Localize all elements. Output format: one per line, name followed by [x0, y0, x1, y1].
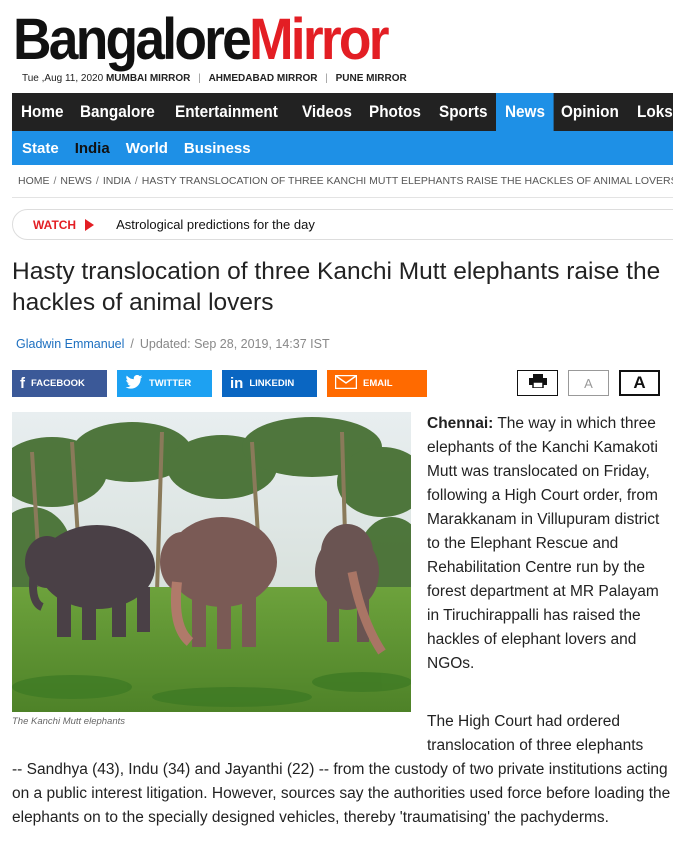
share-linkedin-label: LINKEDIN	[249, 378, 295, 389]
byline: Gladwin Emmanuel / Updated: Sep 28, 2019, …	[16, 337, 330, 351]
photo-caption: The Kanchi Mutt elephants	[12, 716, 126, 727]
subnav-item-india[interactable]: India	[75, 140, 110, 157]
play-icon	[85, 218, 95, 231]
nav-item-photos[interactable]: Photos	[360, 93, 430, 131]
share-linkedin-button[interactable]: in LINKEDIN	[222, 370, 317, 397]
twitter-icon	[125, 374, 143, 393]
breadcrumb: HOME / NEWS / INDIA / HASTY TRANSLOCATION OF T…	[12, 165, 673, 198]
share-email-button[interactable]: EMAIL	[327, 370, 427, 397]
share-twitter-label: TWITTER	[149, 378, 192, 389]
article-paragraph-2-rest: -- Sandhya (43), Indu (34) and Jayanthi …	[12, 761, 671, 826]
article-paragraph-2-start: The High Court had ordered translocation…	[427, 713, 644, 754]
font-decrease-button[interactable]: A	[568, 370, 609, 396]
facebook-icon: f	[20, 375, 25, 392]
sub-nav: State India World Business	[12, 131, 673, 165]
article-paragraph-1: Chennai: The way in which three elephant…	[427, 412, 670, 676]
watch-label: WATCH	[33, 217, 77, 232]
share-facebook-button[interactable]: f FACEBOOK	[12, 370, 107, 397]
nav-item-loksatta[interactable]: Loksatta	[628, 93, 673, 131]
nav-item-entertainment[interactable]: Entertainment	[166, 93, 287, 131]
email-icon	[334, 374, 358, 393]
author-link[interactable]: Gladwin Emmanuel	[16, 337, 124, 351]
paragraph-1-text: The way in which three elephants of the …	[427, 415, 660, 672]
nav-item-news[interactable]: News	[495, 93, 554, 131]
article-photo	[12, 412, 411, 712]
print-button[interactable]	[517, 370, 558, 396]
share-bar: f FACEBOOK TWITTER in LINKEDIN EMAIL	[12, 370, 437, 397]
breadcrumb-home[interactable]: HOME	[18, 175, 50, 187]
share-twitter-button[interactable]: TWITTER	[117, 370, 212, 397]
site-logo[interactable]: BangaloreMirror	[13, 7, 389, 72]
edition-link-pune[interactable]: PUNE MIRROR	[336, 73, 407, 84]
linkedin-icon: in	[230, 375, 244, 392]
article-headline: Hasty translocation of three Kanchi Mutt…	[12, 258, 661, 316]
breadcrumb-current: HASTY TRANSLOCATION OF THREE KANCHI MUTT…	[141, 175, 673, 187]
subnav-item-state[interactable]: State	[22, 140, 59, 157]
main-nav: Home Bangalore Entertainment Videos Phot…	[12, 93, 673, 131]
subnav-item-world[interactable]: World	[126, 140, 168, 157]
nav-item-opinion[interactable]: Opinion	[552, 93, 628, 131]
edition-link-mumbai[interactable]: MUMBAI MIRROR	[106, 73, 190, 84]
watch-headline[interactable]: Astrological predictions for the day	[116, 217, 315, 232]
breadcrumb-india[interactable]: INDIA	[103, 175, 131, 187]
current-date: Tue ,Aug 11, 2020	[22, 73, 104, 84]
nav-item-bangalore[interactable]: Bangalore	[71, 93, 164, 131]
subnav-item-business[interactable]: Business	[184, 140, 251, 157]
nav-item-home[interactable]: Home	[12, 93, 73, 131]
nav-item-sports[interactable]: Sports	[430, 93, 496, 131]
print-icon	[528, 373, 547, 393]
nav-item-videos[interactable]: Videos	[293, 93, 361, 131]
edition-link-ahmedabad[interactable]: AHMEDABAD MIRROR	[209, 73, 318, 84]
dateline: Tue ,Aug 11, 2020 MUMBAI MIRROR | AHMEDA…	[22, 73, 407, 84]
font-increase-button[interactable]: A	[619, 370, 660, 396]
logo-bangalore: Bangalore	[13, 7, 252, 72]
share-facebook-label: FACEBOOK	[31, 378, 85, 389]
share-email-label: EMAIL	[363, 378, 393, 389]
article-tools: A A	[517, 370, 670, 396]
watch-bar[interactable]: WATCH Astrological predictions for the d…	[12, 209, 673, 240]
dateline-city: Chennai:	[427, 415, 494, 432]
breadcrumb-news[interactable]: NEWS	[60, 175, 92, 187]
updated-timestamp: Updated: Sep 28, 2019, 14:37 IST	[139, 337, 330, 351]
logo-mirror: Mirror	[249, 7, 389, 72]
